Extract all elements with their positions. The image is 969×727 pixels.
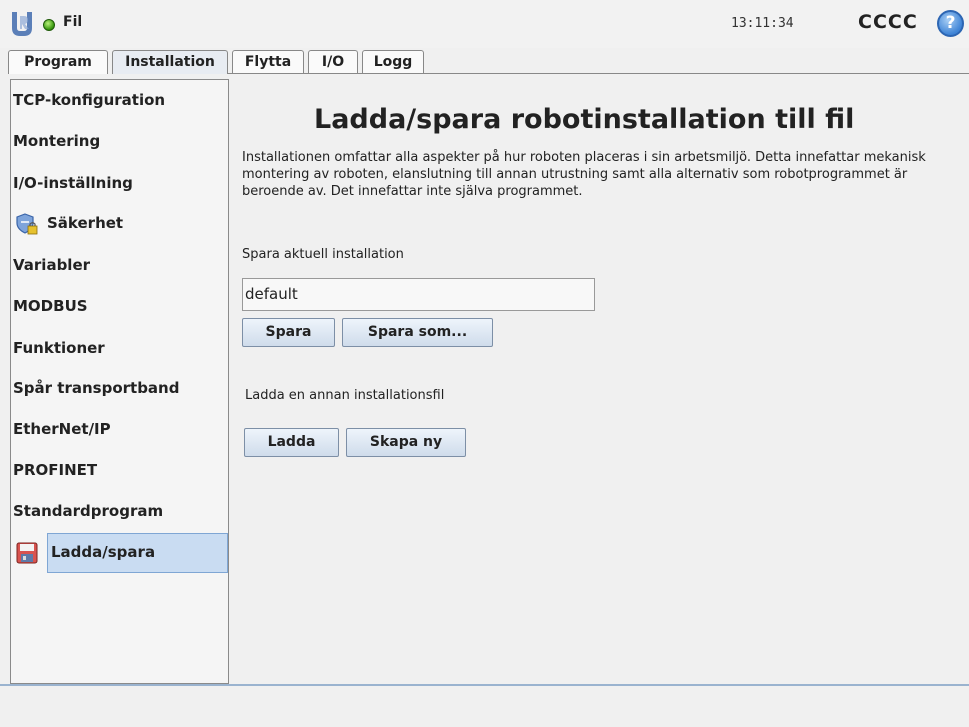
load-button[interactable]: Ladda — [244, 428, 339, 457]
sidebar-item-label: EtherNet/IP — [13, 420, 111, 438]
save-section-label: Spara aktuell installation — [242, 247, 404, 262]
tab-io[interactable]: I/O — [308, 50, 358, 74]
sidebar-item-standardprogram[interactable]: Standardprogram — [11, 492, 228, 532]
sidebar-item-label: Funktioner — [13, 339, 105, 357]
sidebar-item-label: MODBUS — [13, 297, 88, 315]
save-button[interactable]: Spara — [242, 318, 335, 347]
sidebar-item-label: Spår transportband — [13, 379, 180, 397]
main-panel: Ladda/spara robotinstallation till fil I… — [229, 74, 969, 685]
description: Installationen omfattar alla aspekter på… — [242, 150, 926, 199]
save-as-button[interactable]: Spara som... — [342, 318, 493, 347]
help-icon[interactable]: ? — [937, 10, 964, 37]
sidebar-item-montering[interactable]: Montering — [11, 122, 228, 162]
new-installation-button[interactable]: Skapa ny — [346, 428, 466, 457]
sidebar-item-io[interactable]: I/O-inställning — [11, 164, 228, 204]
sidebar-item-sakerhet[interactable]: Säkerhet — [11, 204, 228, 244]
sidebar-item-transportband[interactable]: Spår transportband — [11, 369, 228, 409]
tab-flytta[interactable]: Flytta — [232, 50, 304, 74]
sidebar: TCP-konfiguration Montering I/O-inställn… — [10, 79, 229, 684]
sidebar-item-label: Montering — [13, 132, 101, 150]
load-section-label: Ladda en annan installationsfil — [245, 388, 445, 403]
tab-bar: Program Installation Flytta I/O Logg — [0, 50, 969, 74]
sidebar-item-tcp[interactable]: TCP-konfiguration — [11, 81, 228, 121]
tab-installation[interactable]: Installation — [112, 50, 228, 74]
ur-logo-icon — [12, 12, 32, 36]
sidebar-item-funktioner[interactable]: Funktioner — [11, 329, 228, 369]
shield-lock-icon — [16, 213, 38, 235]
sidebar-item-label: Säkerhet — [47, 214, 124, 232]
sidebar-item-modbus[interactable]: MODBUS — [11, 287, 228, 327]
footer — [0, 686, 969, 727]
robot-name: CCCC — [858, 11, 918, 33]
sidebar-item-variabler[interactable]: Variabler — [11, 246, 228, 286]
title-bar: Fil 13:11:34 CCCC ? — [0, 0, 969, 48]
sidebar-item-label: Ladda/spara — [51, 543, 156, 561]
clock: 13:11:34 — [731, 16, 794, 31]
sidebar-item-label: TCP-konfiguration — [13, 91, 166, 109]
floppy-disk-icon — [16, 542, 38, 564]
sidebar-item-label: Standardprogram — [13, 502, 164, 520]
sidebar-item-ladda-spara[interactable]: Ladda/spara — [11, 533, 228, 573]
sidebar-item-label: PROFINET — [13, 461, 98, 479]
tab-logg[interactable]: Logg — [362, 50, 424, 74]
sidebar-item-label: I/O-inställning — [13, 174, 133, 192]
robot-status-icon — [43, 19, 55, 31]
tab-program[interactable]: Program — [8, 50, 108, 74]
file-menu[interactable]: Fil — [63, 14, 82, 30]
sidebar-item-label: Variabler — [13, 256, 91, 274]
installation-name-field[interactable]: default — [242, 278, 595, 311]
sidebar-item-ethernetip[interactable]: EtherNet/IP — [11, 410, 228, 450]
sidebar-item-profinet[interactable]: PROFINET — [11, 451, 228, 491]
page-title: Ladda/spara robotinstallation till fil — [314, 104, 855, 135]
